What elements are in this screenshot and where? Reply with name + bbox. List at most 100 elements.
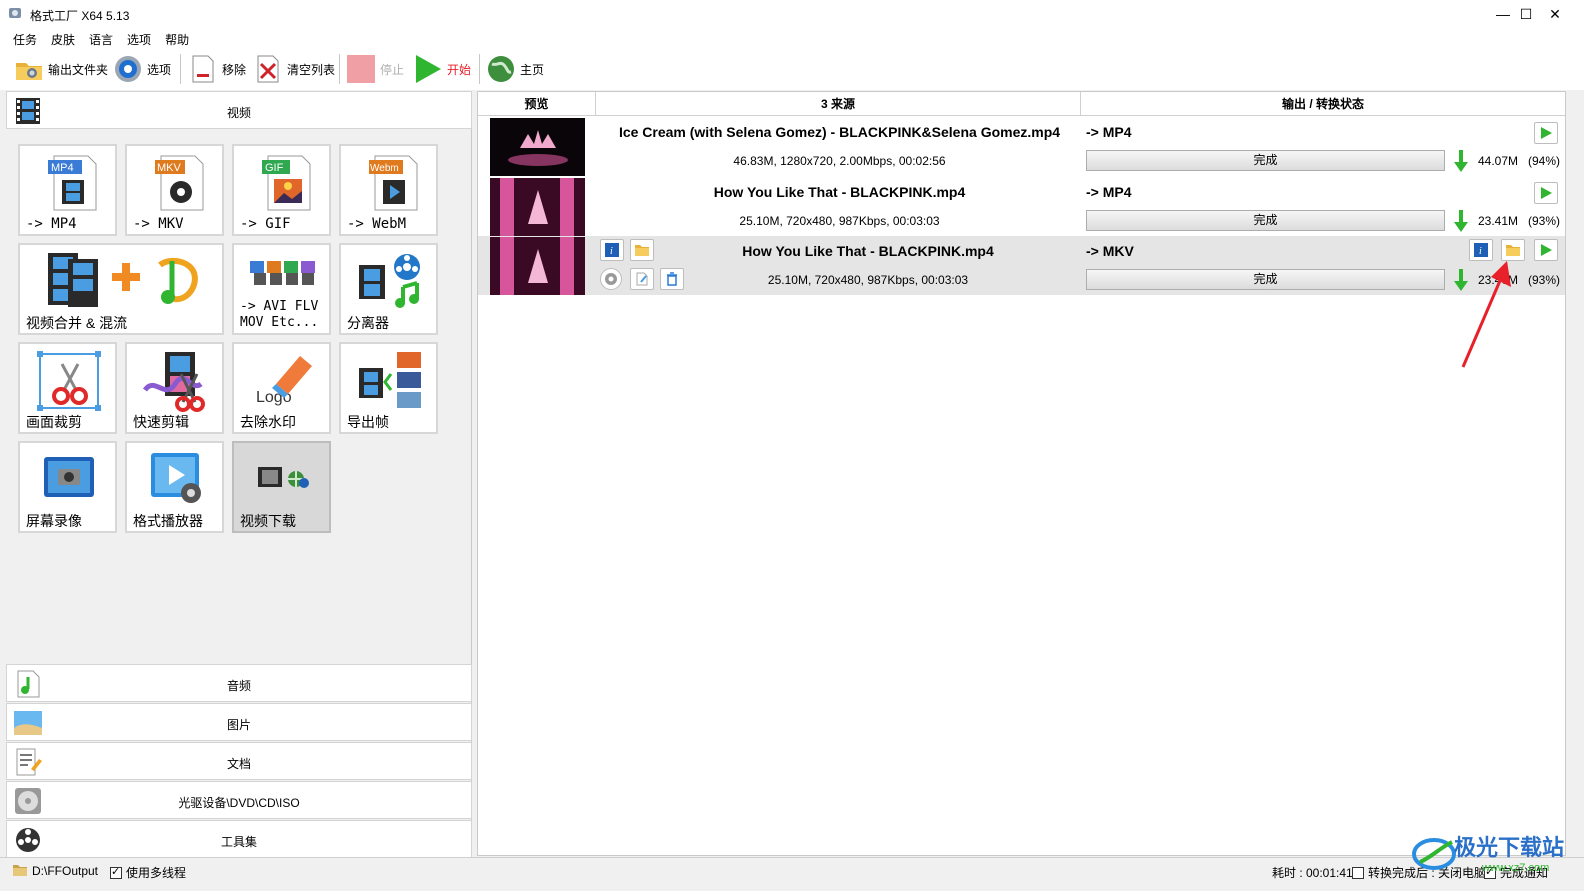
source-file-name: How You Like That - BLACKPINK.mp4	[742, 243, 994, 259]
merge-icon	[48, 253, 198, 307]
tile-avi-flv-mov[interactable]: -> AVI FLV MOV Etc...	[232, 243, 331, 335]
tile-export-frames[interactable]: 导出帧	[339, 342, 438, 434]
watermark-url: www.xz7.com	[1482, 862, 1550, 874]
tile-avi-flv-mov-label: -> AVI FLV MOV Etc...	[240, 299, 319, 330]
window-title: 格式工厂 X64 5.13	[30, 9, 130, 23]
video-thumbnail	[490, 178, 585, 236]
menu-skin[interactable]: 皮肤	[45, 28, 81, 48]
tile-screen-record[interactable]: 屏幕录像	[18, 441, 117, 533]
remove-button[interactable]: 移除	[188, 52, 246, 86]
output-size: 23.41M	[1478, 214, 1519, 228]
output-format: -> MP4	[1086, 184, 1132, 200]
clear-list-label: 清空列表	[287, 62, 336, 77]
task-row[interactable]: How You Like That - BLACKPINK.mp4 25.10M…	[478, 177, 1565, 236]
toolbar: 输出文件夹 选项 移除 清空列表 停止 开始 主页	[0, 48, 1584, 90]
output-ratio: (93%)	[1528, 273, 1561, 287]
category-tools[interactable]: 工具集	[6, 820, 472, 858]
screen-record-icon	[44, 457, 94, 497]
menu-task[interactable]: 任务	[7, 28, 43, 48]
clear-list-button[interactable]: 清空列表	[253, 52, 335, 86]
title-bar: 格式工厂 X64 5.13 — ☐ ✕	[0, 0, 1584, 28]
multithread-checkbox[interactable]: 使用多线程	[110, 864, 186, 881]
tile-player[interactable]: 格式播放器	[125, 441, 224, 533]
category-video[interactable]: 视频	[6, 91, 472, 129]
menu-language[interactable]: 语言	[83, 28, 119, 48]
tile-quick-clip-label: 快速剪辑	[133, 414, 189, 430]
video-download-icon	[258, 467, 309, 488]
output-folder-button[interactable]: 输出文件夹	[14, 52, 108, 86]
stop-icon	[347, 55, 375, 83]
menu-bar: 任务 皮肤 语言 选项 帮助	[0, 28, 1584, 48]
tile-crop[interactable]: 画面裁剪	[18, 342, 117, 434]
start-button[interactable]: 开始	[413, 52, 471, 86]
output-size: 44.07M	[1478, 154, 1519, 168]
folder-icon	[16, 63, 42, 80]
play-output-button[interactable]	[1534, 239, 1558, 261]
options-button[interactable]: 选项	[113, 52, 171, 86]
mp4-badge: MP4	[51, 162, 74, 174]
stop-button[interactable]: 停止	[346, 52, 404, 86]
tile-remove-watermark-label: 去除水印	[240, 414, 296, 430]
toolbar-divider	[479, 54, 480, 84]
category-audio-label: 音频	[226, 679, 251, 693]
output-path[interactable]: D:\FFOutput	[32, 864, 98, 878]
tile-crop-label: 画面裁剪	[26, 414, 82, 430]
source-file-info: 46.83M, 1280x720, 2.00Mbps, 00:02:56	[733, 154, 946, 168]
play-icon	[1541, 127, 1552, 139]
tile-remove-watermark[interactable]: Logo 去除水印	[232, 342, 331, 434]
gif-badge: GIF	[265, 162, 284, 174]
tile-to-mkv[interactable]: MKV -> MKV	[125, 144, 224, 236]
tile-video-download[interactable]: 视频下载	[232, 441, 331, 533]
category-audio[interactable]: 音频	[6, 664, 472, 702]
category-document-label: 文档	[226, 757, 251, 771]
options-label: 选项	[147, 62, 172, 77]
task-row-selected[interactable]: i How You Like That - BLACKPINK.mp4 25.1…	[478, 236, 1565, 295]
category-disc[interactable]: 光驱设备\DVD\CD\ISO	[6, 781, 472, 819]
menu-help[interactable]: 帮助	[159, 28, 195, 48]
home-label: 主页	[520, 62, 545, 77]
tile-splitter[interactable]: 分离器	[339, 243, 438, 335]
tile-to-gif[interactable]: GIF -> GIF	[232, 144, 331, 236]
output-ratio: (93%)	[1528, 214, 1561, 228]
tile-video-merge-label: 视频合并 & 混流	[26, 315, 128, 331]
tile-to-webm[interactable]: Webm -> WebM	[339, 144, 438, 236]
folder-icon	[13, 865, 27, 876]
tile-quick-clip[interactable]: 快速剪辑	[125, 342, 224, 434]
tile-video-merge[interactable]: 视频合并 & 混流	[18, 243, 224, 335]
source-file-name: Ice Cream (with Selena Gomez) - BLACKPIN…	[618, 124, 1061, 140]
video-thumbnail	[490, 118, 585, 176]
output-ratio: (94%)	[1528, 154, 1561, 168]
column-source[interactable]: 3 来源	[596, 92, 1081, 116]
category-document[interactable]: 文档	[6, 742, 472, 780]
tile-to-mkv-label: -> MKV	[133, 216, 184, 232]
output-format: -> MKV	[1086, 243, 1134, 259]
category-image[interactable]: 图片	[6, 703, 472, 741]
play-output-button[interactable]	[1534, 122, 1558, 144]
column-output[interactable]: 输出 / 转换状态	[1081, 92, 1565, 116]
down-arrow-icon	[1454, 150, 1468, 172]
eraser-icon: Logo	[256, 356, 312, 406]
source-file-info: 25.10M, 720x480, 987Kbps, 00:03:03	[767, 273, 969, 287]
stop-label: 停止	[380, 62, 405, 77]
annotation-arrow	[1461, 261, 1511, 368]
task-row[interactable]: Ice Cream (with Selena Gomez) - BLACKPIN…	[478, 117, 1565, 176]
task-list: 预览 3 来源 输出 / 转换状态 Ice Cream (with Selena…	[477, 91, 1566, 856]
category-image-label: 图片	[226, 718, 251, 732]
elapsed-time: 耗时 : 00:01:41	[1272, 866, 1353, 880]
tile-to-mp4[interactable]: MP4 -> MP4	[18, 144, 117, 236]
player-icon	[151, 453, 201, 503]
quick-clip-icon	[142, 352, 205, 412]
column-preview[interactable]: 预览	[478, 92, 596, 116]
start-label: 开始	[447, 62, 472, 77]
conversion-progress: 完成	[1086, 269, 1445, 290]
close-button[interactable]: ✕	[1532, 0, 1578, 28]
shutdown-check[interactable]	[1352, 867, 1364, 879]
gear-icon	[115, 56, 141, 82]
conversion-progress: 完成	[1086, 210, 1445, 231]
multithread-label: 使用多线程	[126, 866, 187, 880]
menu-options[interactable]: 选项	[121, 28, 157, 48]
home-button[interactable]: 主页	[486, 52, 544, 86]
multithread-check[interactable]	[110, 865, 122, 879]
status-bar: D:\FFOutput 使用多线程 耗时 : 00:01:41 转换完成后 : …	[0, 857, 1584, 883]
play-output-button[interactable]	[1534, 182, 1558, 204]
